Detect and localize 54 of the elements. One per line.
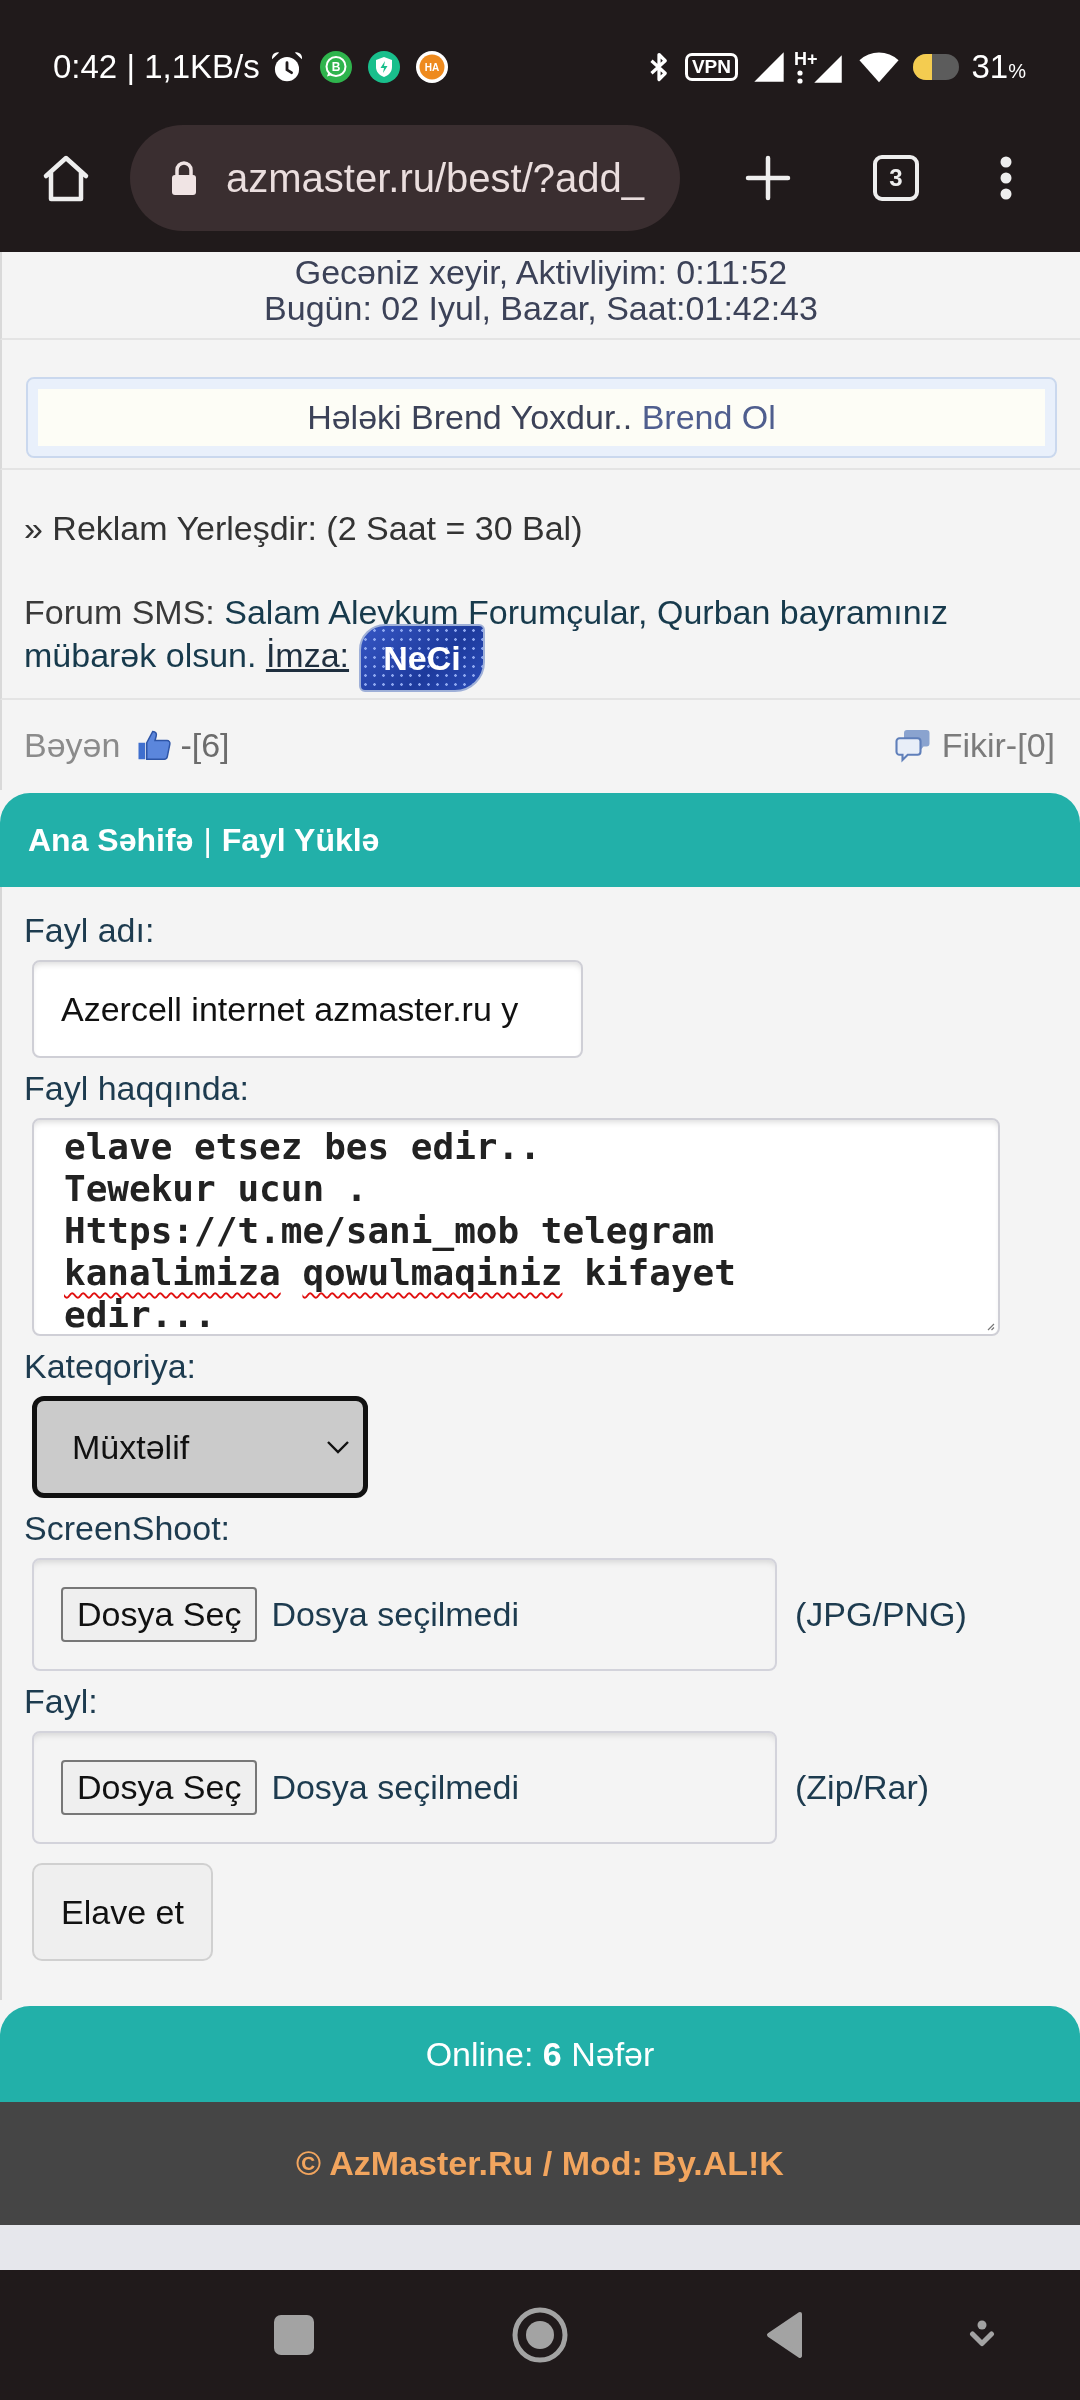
resize-handle-icon[interactable] — [987, 1323, 995, 1331]
advert-text: » Reklam Yerleşdir: (2 Saat = 30 Bal) — [24, 508, 584, 549]
comment-link[interactable]: Fikir-[0] — [941, 725, 1055, 765]
become-brand-link[interactable]: Brend Ol — [641, 398, 776, 436]
vpn-label: VPN — [684, 53, 738, 81]
status-time-text: 0:42 | 1,1KB/s — [53, 48, 260, 86]
like-count-text: -[6] — [180, 725, 230, 765]
breadcrumb-separator: | — [203, 821, 212, 859]
battery-icon — [913, 54, 960, 80]
field-label: ScreenShoot: — [24, 1510, 232, 1546]
network-type-label: H+ — [793, 50, 818, 68]
field-label: Fayl haqqında: — [24, 1070, 250, 1106]
file-name-input[interactable]: Azercell internet azmaster.ru y — [32, 960, 583, 1058]
data-activity-icon — [795, 70, 804, 84]
letter-disc-icon: HA — [415, 51, 448, 83]
wifi-icon — [858, 50, 901, 84]
file-type-hint: (JPG/PNG) — [795, 1595, 967, 1634]
back-icon[interactable] — [765, 2311, 803, 2359]
tab-count-button[interactable]: 3 — [873, 155, 919, 201]
file-status-text: Dosya seçilmedi — [271, 1595, 519, 1634]
plus-icon[interactable] — [745, 155, 791, 201]
file-input-field[interactable]: Dosya Seç Dosya seçilmedi — [32, 1558, 777, 1671]
description-textarea[interactable]: elave etsez bes edir.. Tewekur ucun . Https://t.me/sani_mob telegram kanalimiza qowulmaqiniz kifayet edir... — [32, 1118, 1000, 1336]
file-type-hint: (Zip/Rar) — [795, 1768, 930, 1807]
field-label: Kateqoriya: — [24, 1348, 197, 1384]
speech-bubbles-icon[interactable] — [893, 727, 932, 763]
signature-tag: NeCi — [359, 623, 486, 692]
chevron-down-icon — [326, 1440, 350, 1454]
choose-file-button[interactable]: Dosya Seç — [61, 1760, 258, 1815]
square-icon[interactable] — [274, 2315, 314, 2355]
alarm-clock-icon — [269, 50, 304, 84]
address-bar[interactable]: azmaster.ru/best/?add_ — [130, 125, 680, 231]
lock-icon — [170, 160, 198, 196]
battery-percent-text: 31% — [971, 48, 1026, 86]
brand-notice-text: Hələki Brend Yoxdur.. Brend Ol — [307, 398, 776, 437]
user-info-text: Bugün: 02 Iyul, Bazar, Saat:01:42:43 — [263, 290, 819, 326]
category-select[interactable]: Müxtəlif — [32, 1396, 368, 1498]
field-label: Fayl adı: — [24, 912, 156, 948]
submit-button[interactable]: Elave et — [32, 1863, 213, 1961]
file-status-text: Dosya seçilmedi — [271, 1768, 519, 1807]
menu-icon[interactable] — [999, 155, 1013, 201]
bluetooth-icon — [648, 52, 669, 82]
signal-icon — [751, 51, 786, 83]
home-icon[interactable] — [42, 153, 90, 203]
chat-bubble-icon: B — [319, 51, 352, 83]
user-info-text: Gecəniz xeyir, Aktivliyim: 0:11:52 — [293, 254, 789, 290]
choose-file-button[interactable]: Dosya Seç — [61, 1587, 258, 1642]
field-label: Fayl: — [24, 1683, 99, 1719]
page-title: Fayl Yüklə — [221, 821, 380, 859]
online-count-text: Online: 6 Nəfər — [425, 2034, 655, 2074]
file-input-field[interactable]: Dosya Seç Dosya seçilmedi — [32, 1731, 777, 1844]
ring-icon[interactable] — [512, 2307, 568, 2363]
signature-link[interactable]: İmza: — [265, 636, 350, 674]
copyright-text: © AzMaster.Ru / Mod: By.AL!K — [296, 2144, 784, 2183]
